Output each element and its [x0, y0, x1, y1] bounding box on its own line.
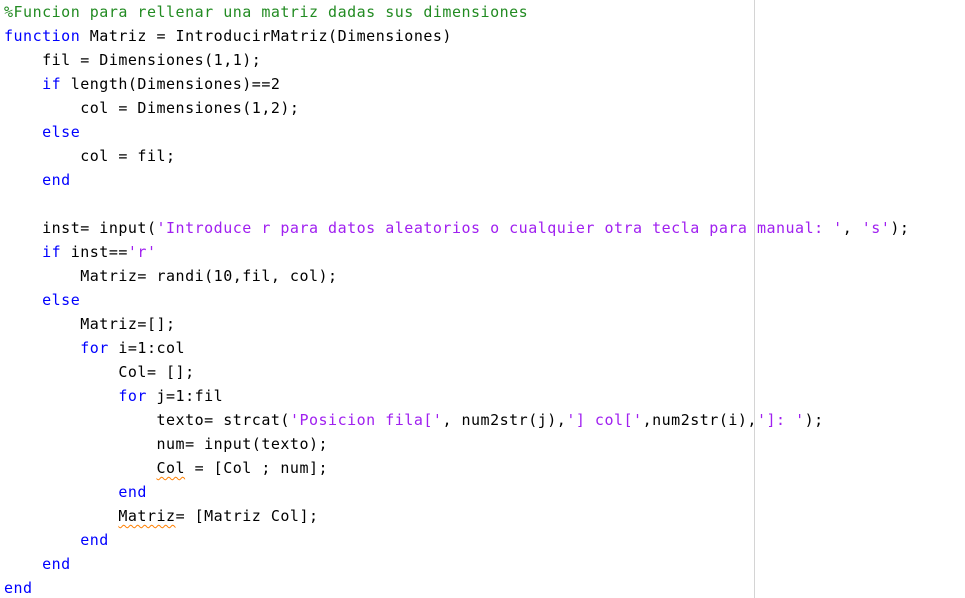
code-line[interactable]: function Matriz = IntroducirMatriz(Dimen… — [4, 24, 452, 48]
code-keyword: end — [118, 483, 147, 501]
code-text: length(Dimensiones)==2 — [61, 75, 281, 93]
code-string: 's' — [861, 219, 891, 237]
code-line[interactable]: inst= input('Introduce r para datos alea… — [4, 216, 909, 240]
code-text: inst== — [61, 243, 128, 261]
code-keyword: if — [42, 75, 62, 93]
code-line[interactable]: end — [4, 552, 71, 576]
code-string: ']: ' — [756, 411, 805, 429]
code-line[interactable]: end — [4, 168, 71, 192]
code-text: ); — [804, 411, 824, 429]
code-keyword: else — [42, 123, 81, 141]
code-text: Matriz=[]; — [4, 315, 176, 333]
code-line[interactable]: texto= strcat('Posicion fila[', num2str(… — [4, 408, 824, 432]
code-string: '] col[' — [566, 411, 643, 429]
code-text: , — [842, 219, 862, 237]
code-keyword: if — [42, 243, 62, 261]
code-string: 'Posicion fila[' — [289, 411, 443, 429]
code-text: ); — [890, 219, 910, 237]
code-line[interactable]: Col= []; — [4, 360, 195, 384]
code-line[interactable]: Col = [Col ; num]; — [4, 456, 328, 480]
code-keyword: end — [42, 555, 71, 573]
code-text: fil = Dimensiones(1,1); — [4, 51, 262, 69]
code-line[interactable]: num= input(texto); — [4, 432, 328, 456]
code-line[interactable]: if length(Dimensiones)==2 — [4, 72, 280, 96]
code-line[interactable]: else — [4, 288, 80, 312]
code-string: 'r' — [127, 243, 157, 261]
code-line[interactable]: col = fil; — [4, 144, 176, 168]
code-text: Matriz= randi(10,fil, col); — [4, 267, 338, 285]
code-text: col = fil; — [4, 147, 176, 165]
code-line[interactable]: for i=1:col — [4, 336, 185, 360]
code-editor[interactable]: %Funcion para rellenar una matriz dadas … — [0, 0, 965, 598]
code-text: num= input(texto); — [4, 435, 329, 453]
code-warning-token: Col — [156, 459, 186, 477]
code-keyword: else — [42, 291, 81, 309]
code-keyword: for — [118, 387, 147, 405]
code-line[interactable]: if inst=='r' — [4, 240, 157, 264]
code-line[interactable]: end — [4, 480, 147, 504]
right-margin-line — [754, 0, 755, 598]
code-text: ,num2str(i), — [642, 411, 757, 429]
code-string: 'Introduce r para datos aleatorios o cua… — [156, 219, 843, 237]
code-warning-token: Matriz — [118, 507, 176, 525]
code-line[interactable]: %Funcion para rellenar una matriz dadas … — [4, 0, 528, 24]
code-keyword: for — [80, 339, 109, 357]
code-line[interactable]: Matriz= [Matriz Col]; — [4, 504, 319, 528]
code-line[interactable]: end — [4, 576, 33, 598]
code-text: texto= strcat( — [4, 411, 290, 429]
code-keyword: end — [42, 171, 71, 189]
code-text: col = Dimensiones(1,2); — [4, 99, 300, 117]
code-text: Matriz = IntroducirMatriz(Dimensiones) — [80, 27, 452, 45]
code-text: Col= []; — [4, 363, 195, 381]
code-line[interactable]: for j=1:fil — [4, 384, 223, 408]
code-line[interactable]: col = Dimensiones(1,2); — [4, 96, 299, 120]
code-text: i=1:col — [108, 339, 186, 357]
code-line[interactable]: else — [4, 120, 80, 144]
code-line[interactable]: fil = Dimensiones(1,1); — [4, 48, 261, 72]
code-line[interactable]: end — [4, 528, 109, 552]
code-comment: %Funcion para rellenar una matriz dadas … — [4, 3, 529, 21]
code-text: = [Matriz Col]; — [175, 507, 319, 525]
code-keyword: end — [4, 579, 33, 597]
code-text: j=1:fil — [146, 387, 224, 405]
code-line[interactable]: Matriz=[]; — [4, 312, 176, 336]
code-text: = [Col ; num]; — [185, 459, 329, 477]
code-keyword: end — [80, 531, 109, 549]
code-line[interactable]: Matriz= randi(10,fil, col); — [4, 264, 338, 288]
code-text: inst= input( — [4, 219, 157, 237]
code-text: , num2str(j), — [442, 411, 567, 429]
code-keyword: function — [4, 27, 81, 45]
